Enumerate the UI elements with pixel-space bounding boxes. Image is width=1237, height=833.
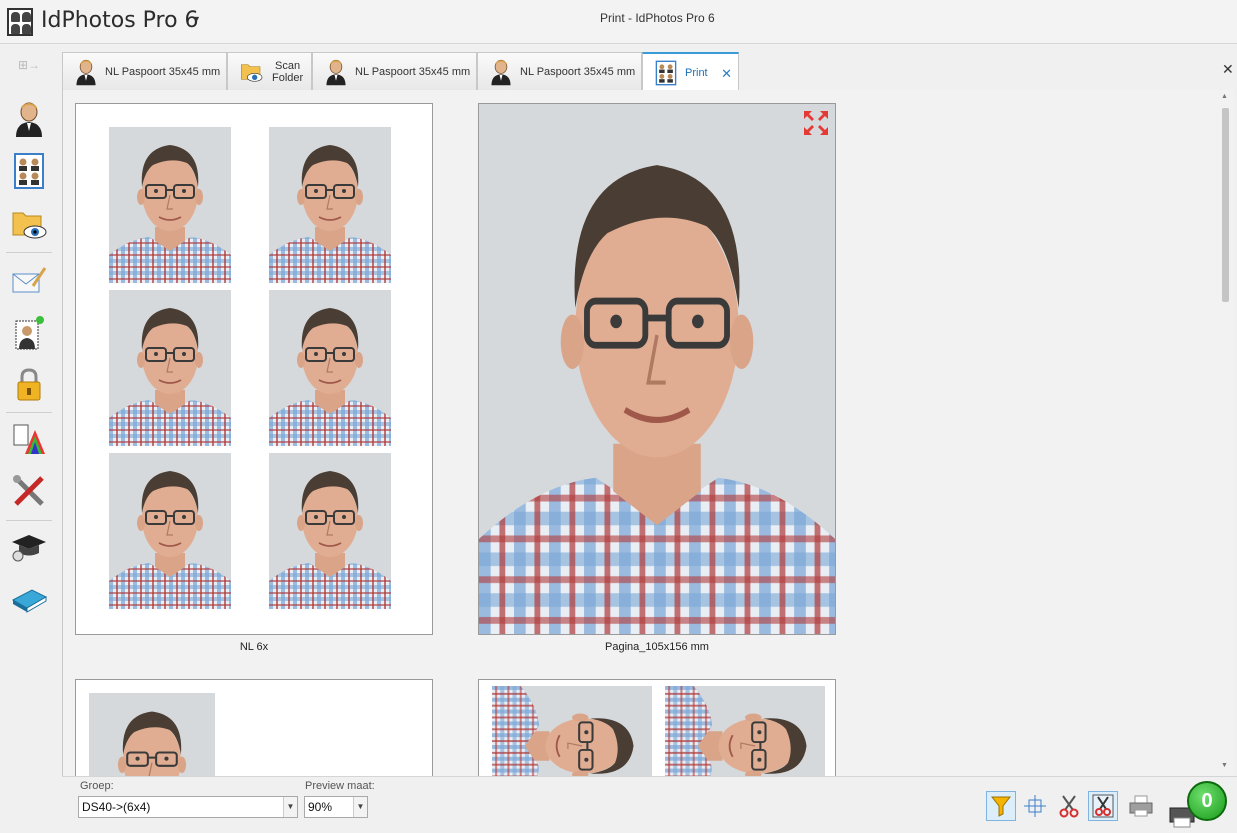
group-select-value: DS40->(6x4) bbox=[82, 800, 151, 814]
sheet-caption: Pagina_105x156 mm bbox=[605, 641, 709, 653]
settings-tools-button[interactable] bbox=[10, 472, 48, 510]
scroll-up-icon[interactable]: ▲ bbox=[1221, 93, 1228, 100]
lock-button[interactable] bbox=[10, 366, 48, 404]
scan-folder-icon bbox=[241, 63, 263, 82]
crop-marks-button[interactable] bbox=[1020, 791, 1050, 821]
print-queue-counter[interactable]: 0 bbox=[1187, 781, 1227, 821]
tab-label-line2: Folder bbox=[272, 71, 304, 84]
print-sheet-icon bbox=[655, 60, 677, 85]
book-icon bbox=[11, 589, 48, 613]
filter-button[interactable] bbox=[986, 791, 1016, 821]
lock-icon bbox=[17, 368, 41, 401]
cut-photos-button[interactable] bbox=[1088, 791, 1118, 821]
tutorial-button[interactable] bbox=[10, 528, 48, 566]
color-wheel-icon bbox=[13, 424, 45, 454]
crop-photo-button[interactable] bbox=[10, 314, 48, 352]
person-icon bbox=[76, 59, 96, 85]
layout-arrows-icon[interactable]: ⊞→ bbox=[18, 58, 48, 74]
toolbar-separator bbox=[6, 252, 52, 253]
filter-funnel-icon bbox=[991, 796, 1011, 817]
group-label: Groep: bbox=[80, 780, 114, 792]
tab-print[interactable]: Print ✕ bbox=[642, 52, 739, 91]
toolbar-separator bbox=[6, 520, 52, 521]
tab-bar: NL Paspoort 35x45 mm Scan Folder NL Pasp… bbox=[62, 52, 1237, 91]
person-icon bbox=[16, 102, 42, 137]
scissors-icon bbox=[1059, 795, 1079, 818]
print-sheet-4[interactable] bbox=[478, 679, 836, 776]
person-photo-button[interactable] bbox=[10, 100, 48, 138]
person-icon bbox=[491, 59, 511, 85]
toolbar-separator bbox=[6, 412, 52, 413]
group-select[interactable]: DS40->(6x4) ▼ bbox=[78, 796, 298, 818]
print-preview-area: NL 6x Pagina_105x156 mm bbox=[62, 90, 1218, 776]
print-sheet-button[interactable] bbox=[10, 152, 48, 190]
tab-scan-folder[interactable]: Scan Folder bbox=[227, 52, 312, 90]
passport-photo bbox=[269, 127, 391, 283]
passport-photo bbox=[109, 453, 231, 609]
window-title: Print - IdPhotos Pro 6 bbox=[600, 11, 715, 25]
crop-marks-icon bbox=[1024, 795, 1046, 817]
tab-label-line1: Scan bbox=[275, 59, 301, 72]
title-bar: IdPhotos Pro 6 ▼ Print - IdPhotos Pro 6 bbox=[0, 0, 1237, 44]
cut-lines-button[interactable] bbox=[1054, 791, 1084, 821]
chevron-down-icon[interactable]: ▼ bbox=[283, 797, 297, 817]
print-sheet-icon bbox=[14, 153, 44, 189]
email-icon bbox=[12, 267, 47, 293]
rotated-passport-photo bbox=[665, 686, 825, 776]
printer-icon bbox=[1129, 795, 1153, 817]
tab-label: Print bbox=[685, 66, 708, 79]
preview-size-label: Preview maat: bbox=[305, 780, 375, 792]
print-sheet-3[interactable] bbox=[75, 679, 433, 776]
passport-photo bbox=[109, 290, 231, 446]
vertical-scrollbar[interactable]: ▲ ▼ bbox=[1218, 90, 1233, 776]
tab-label: Scan Folder bbox=[272, 60, 303, 84]
print-sheet-nl-6x[interactable] bbox=[75, 103, 433, 635]
scroll-down-icon[interactable]: ▼ bbox=[1221, 762, 1228, 769]
preview-size-value: 90% bbox=[308, 800, 333, 814]
bottom-toolbar: Groep: DS40->(6x4) ▼ Preview maat: 90% ▼ bbox=[62, 776, 1237, 833]
passport-photo bbox=[269, 290, 391, 446]
tools-icon bbox=[13, 475, 44, 506]
preview-size-select[interactable]: 90% ▼ bbox=[304, 796, 368, 818]
app-menu-dropdown-icon[interactable]: ▼ bbox=[192, 14, 201, 24]
tab-label: NL Paspoort 35x45 mm bbox=[105, 65, 221, 78]
passport-photo bbox=[89, 693, 215, 776]
left-toolbar: ⊞→ bbox=[0, 44, 58, 833]
passport-photo bbox=[269, 453, 391, 609]
scroll-thumb[interactable] bbox=[1222, 108, 1229, 302]
color-profile-button[interactable] bbox=[10, 420, 48, 458]
view-folder-button[interactable] bbox=[10, 205, 48, 243]
help-book-button[interactable] bbox=[10, 580, 48, 618]
close-tab-icon[interactable]: ✕ bbox=[721, 66, 732, 82]
chevron-down-icon[interactable]: ▼ bbox=[353, 797, 367, 817]
tab-label: NL Paspoort 35x45 mm bbox=[520, 65, 636, 78]
rotated-passport-photo bbox=[492, 686, 652, 776]
tab-label: NL Paspoort 35x45 mm bbox=[355, 65, 471, 78]
print-sheet-pagina[interactable] bbox=[478, 103, 836, 635]
graduation-cap-icon bbox=[12, 535, 46, 562]
app-title: IdPhotos Pro 6 bbox=[41, 8, 199, 33]
sheet-caption: NL 6x bbox=[239, 641, 269, 653]
tab-nl-paspoort-2[interactable]: NL Paspoort 35x45 mm bbox=[312, 52, 477, 90]
passport-photo bbox=[109, 127, 231, 283]
large-portrait-photo bbox=[479, 104, 835, 634]
tab-nl-paspoort-1[interactable]: NL Paspoort 35x45 mm bbox=[62, 52, 227, 90]
tab-nl-paspoort-3[interactable]: NL Paspoort 35x45 mm bbox=[477, 52, 642, 90]
close-panel-icon[interactable]: ✕ bbox=[1222, 61, 1234, 78]
photo-badge-icon bbox=[15, 316, 44, 350]
printer-settings-button[interactable] bbox=[1126, 791, 1156, 821]
app-window: IdPhotos Pro 6 ▼ Print - IdPhotos Pro 6 … bbox=[0, 0, 1237, 833]
folder-eye-icon bbox=[12, 212, 47, 239]
expand-icon[interactable] bbox=[801, 108, 831, 138]
scissors-photo-icon bbox=[1092, 794, 1114, 818]
person-icon bbox=[326, 59, 346, 85]
email-button[interactable] bbox=[10, 262, 48, 300]
app-logo-icon[interactable] bbox=[7, 8, 33, 36]
